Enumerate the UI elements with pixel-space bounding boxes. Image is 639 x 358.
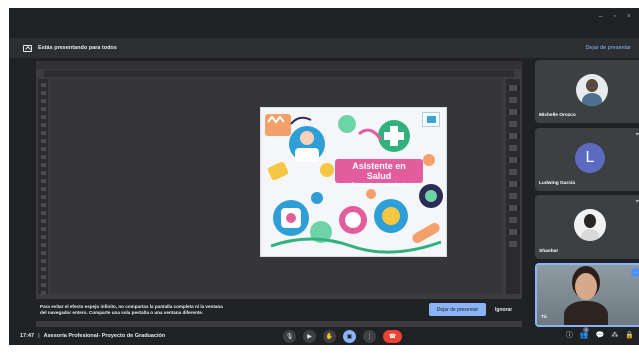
meeting-toolbar: 17:47 | Asesoría Profesional- Proyecto de …	[9, 327, 639, 345]
call-controls: 🎙 ▶ ✋ ▣ ⋮ ☎	[283, 330, 402, 343]
shared-app-menubar	[36, 61, 522, 69]
self-video	[537, 265, 639, 325]
participant-tile[interactable]: Michelle Orozco	[535, 60, 639, 123]
end-call-icon[interactable]: ☎	[383, 330, 402, 343]
artboard-logo	[422, 112, 440, 127]
participant-name: Tú	[541, 315, 547, 320]
pin-icon[interactable]: ⌖	[636, 199, 639, 206]
meeting-title: Asesoría Profesional- Proyecto de Gradua…	[43, 333, 166, 339]
avatar: L	[575, 143, 605, 173]
side-panel-controls: ⓘ 👥 4 💬 ⁂ 🔒	[566, 327, 634, 339]
mirror-warning-text: Para evitar el efecto espejo infinito, n…	[40, 304, 223, 315]
raise-hand-icon[interactable]: ✋	[323, 330, 336, 343]
participant-name: Michelle Orozco	[539, 113, 576, 118]
minimize-icon[interactable]: –	[599, 13, 603, 20]
present-screen-icon	[23, 44, 32, 52]
shared-app-side-panel	[506, 79, 520, 294]
participant-name: Ludwing García	[539, 181, 575, 186]
microphone-icon[interactable]: 🎙	[283, 330, 296, 343]
stop-presenting-link[interactable]: Dejar de presentar	[585, 45, 631, 51]
avatar	[574, 209, 606, 241]
ignore-button[interactable]: Ignorar	[495, 307, 512, 313]
window-controls: – ▫ ×	[599, 8, 639, 24]
avatar	[576, 74, 608, 106]
presenting-banner: Estás presentando para todos Dejar de pr…	[9, 38, 639, 58]
people-icon[interactable]: 👥 4	[580, 327, 589, 339]
meeting-separator: |	[38, 333, 40, 339]
artboard-subtitle: Apoyo para tu estudiante	[351, 182, 407, 188]
meeting-info: 17:47 | Asesoría Profesional- Proyecto de …	[20, 333, 165, 339]
more-options-icon[interactable]: ⋯	[631, 268, 639, 277]
people-count-badge: 4	[582, 327, 589, 333]
artboard-title-box: Asistente en Salud Apoyo para tu estudia…	[335, 159, 423, 188]
lock-icon[interactable]: 🔒	[625, 332, 634, 339]
self-view-tile[interactable]: ⋯ Tú	[535, 263, 639, 327]
participant-tile[interactable]: ⌖ Shanhar	[535, 195, 639, 259]
maximize-icon[interactable]: ▫	[613, 13, 615, 20]
shared-app-tabbar	[44, 70, 514, 77]
more-options-icon[interactable]: ⋮	[363, 330, 376, 343]
shared-app-toolbar	[38, 79, 48, 311]
presenting-text: Estás presentando para todos	[38, 45, 117, 51]
close-icon[interactable]: ×	[627, 13, 631, 20]
meeting-time: 17:47	[20, 333, 35, 339]
present-now-icon[interactable]: ▣	[343, 330, 356, 343]
camera-icon[interactable]: ▶	[303, 330, 316, 343]
info-icon[interactable]: ⓘ	[566, 332, 573, 339]
artboard-title: Asistente en Salud	[352, 161, 406, 181]
stop-presenting-button[interactable]: Dejar de presentar	[429, 303, 486, 316]
activities-icon[interactable]: ⁂	[611, 332, 618, 339]
participant-name: Shanhar	[539, 249, 559, 254]
mirror-warning-bar: Para evitar el efecto espejo infinito, n…	[36, 299, 522, 321]
chat-icon[interactable]: 💬	[596, 332, 605, 339]
meet-window: – ▫ × Estás presentando para todos Dejar…	[9, 8, 639, 345]
design-artboard: Asistente en Salud Apoyo para tu estudia…	[260, 107, 447, 257]
participant-tile[interactable]: ⌖ L Ludwing García	[535, 128, 639, 191]
pin-icon[interactable]: ⌖	[636, 132, 639, 139]
